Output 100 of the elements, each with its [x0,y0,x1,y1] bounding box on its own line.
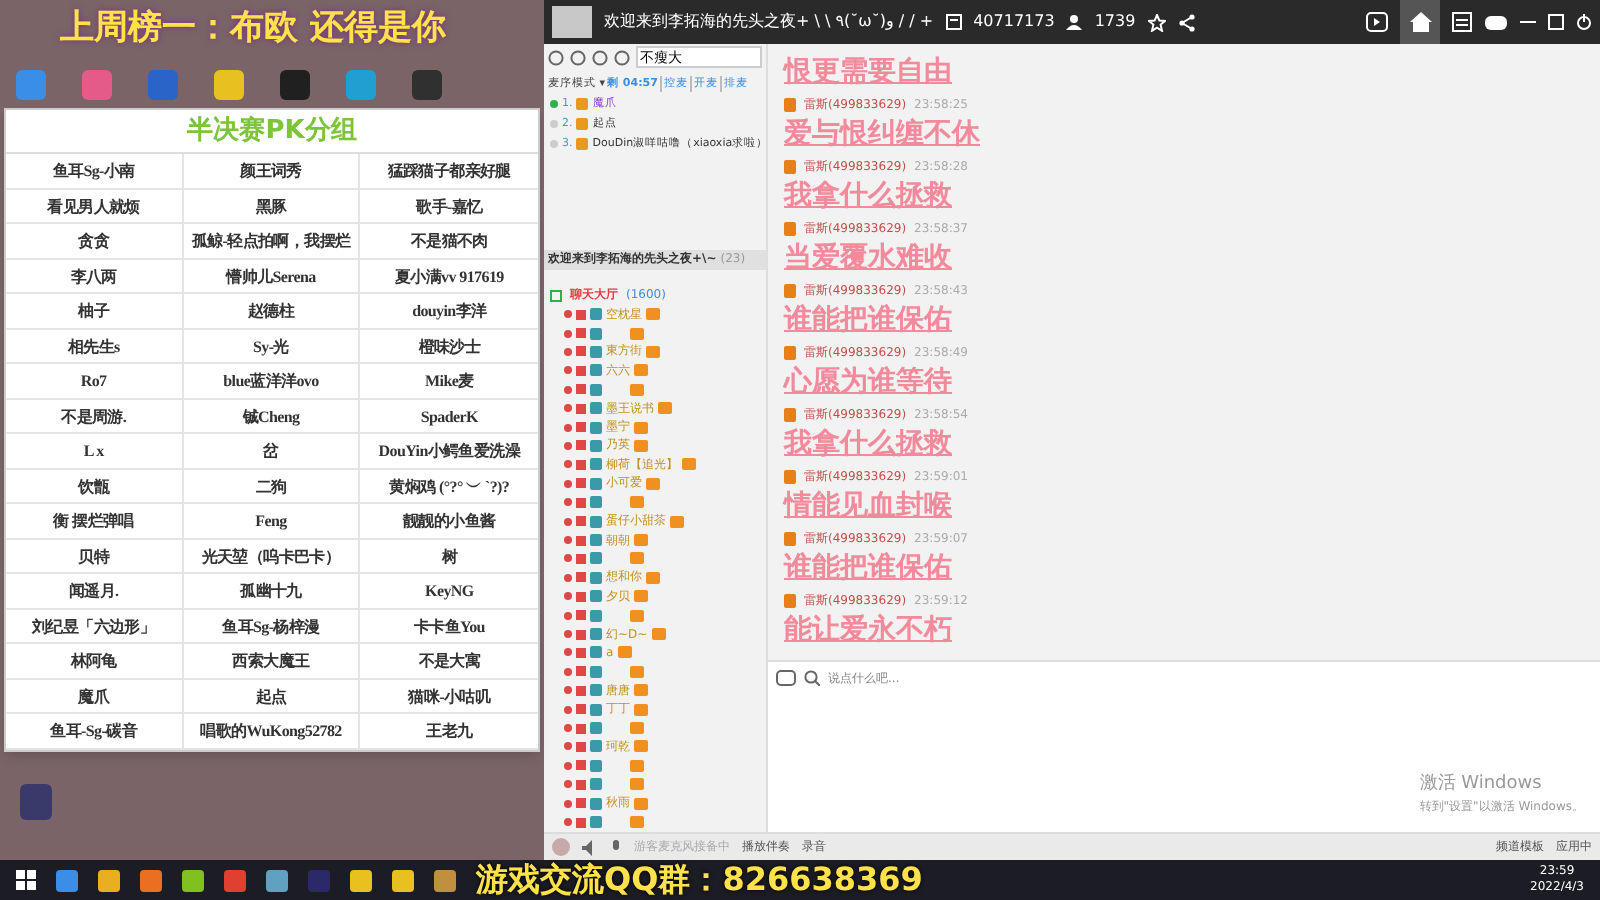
table-cell: L x [6,434,184,468]
share-icon [1177,13,1196,31]
table-cell: 光天堃（呜卡巴卡） [183,539,361,573]
table-cell: 柚子 [6,294,184,328]
online-count: 1739 [1094,10,1136,34]
table-cell-text: SpaderK [418,405,481,430]
table-cell: 懵帅儿Serena [183,259,361,293]
table-cell: 岔 [183,434,361,468]
table-cell-text: 夏小满vv 917619 [392,265,506,289]
table-cell-text: 不是猫不肉 [408,230,490,254]
table-cell: 颜王词秀 [183,154,361,188]
room-id: 40717173 [973,10,1055,34]
search-icon [804,670,820,686]
avatar-icon [552,838,570,856]
table-cell: Ro7 [6,364,184,398]
chat-message: 我拿什么拯救 [784,428,954,462]
table-cell: 看见男人就烦 [6,189,184,223]
taskbar-app-icon[interactable] [182,869,204,891]
table-cell: 赵德柱 [183,294,361,328]
table-cell: 相先生s [6,329,184,363]
chat-message: 恨更需要自由 [784,54,954,90]
table-cell: Sy-光 [183,329,361,363]
taskbar-app-icon[interactable] [266,869,288,891]
role-icon [784,470,796,484]
chat-message: 爱与恨纠缠不休 [784,118,982,152]
role-icon [784,222,796,236]
table-cell: 贪贪 [6,224,184,258]
table-cell: 孤鲸-轻点拍啊，我摆烂 [183,224,361,258]
taskbar-app-icon[interactable] [98,869,120,891]
chat-message: 情能见血封喉 [784,490,954,524]
table-cell-text: 歌手-嘉忆 [413,195,485,219]
table-cell-text: 王老九 [424,720,475,744]
taskbar-app-icon[interactable] [224,869,246,891]
table-cell-text: 猛踩猫子都亲好腿 [385,160,513,184]
role-icon [784,408,796,422]
table-cell-text: 靓靓的小鱼酱 [400,510,498,534]
windows-logo-icon [16,870,36,890]
table-cell: 闻遥月. [6,574,184,608]
chat-message: 能让爱永不朽 [784,614,954,648]
app-icon[interactable] [412,69,442,99]
chat-message: 心愿为谁等待 [784,366,954,400]
table-cell: 铖Cheng [183,399,361,433]
chat-message: 谁能把谁保佑 [784,552,954,586]
emoji-icon [776,670,796,686]
star-icon [1147,13,1166,31]
app-icon[interactable] [280,69,310,99]
taskbar-app-icon[interactable] [434,869,456,891]
table-cell-text: 猫咪-小咕叽 [406,685,493,709]
role-icon [784,284,796,298]
table-cell: 孤幽十九 [183,574,361,608]
chat-message: 我拿什么拯救 [784,180,954,214]
table-cell: 鱼耳Sg-杨梓漫 [183,609,361,643]
taskbar-app-icon[interactable] [350,869,372,891]
table-cell: 魔爪 [6,679,184,713]
role-icon [784,346,796,360]
table-cell: 唱歌的WuKong52782 [183,714,361,748]
table-cell: 李八两 [6,259,184,293]
table-cell: 不是周游. [6,399,184,433]
expand-icon[interactable] [550,289,562,302]
taskbar-app-icon[interactable] [56,869,78,891]
table-cell-text: 橙味沙士 [416,335,483,359]
table-cell: 刘纪昱「六边形」 [6,609,184,643]
role-icon [784,98,796,112]
table-cell: 饮甑 [6,469,184,503]
window-title: 欢迎来到李拓海的先头之夜+ \ \ ٩(˘ω˘)و / / + [604,10,934,34]
role-icon [784,160,796,174]
document-icon [945,14,962,30]
table-title: 半决赛PK分组 [6,110,538,154]
table-cell: 鱼耳Sg-小南 [6,154,184,188]
table-cell-text: Mike麦 [423,370,476,394]
table-cell-text: 不是大寓 [416,650,483,674]
table-cell: blue蓝洋洋ovo [183,364,361,398]
table-cell: 黑豚 [183,189,361,223]
maximize-icon [1548,14,1564,30]
table-cell: 起点 [183,679,361,713]
chat-message: 谁能把谁保佑 [784,304,954,338]
list-icon [1452,12,1472,32]
home-icon [1409,12,1431,32]
table-cell-text: 树 [439,545,460,569]
activation-title: 激活 Windows [1419,771,1544,797]
home-tab[interactable] [1400,0,1440,44]
badge-icon [670,515,684,528]
table-cell-text: douyin李洋 [410,300,489,324]
table-cell: 林阿龟 [6,644,184,678]
table-cell-text: DouYin小鳄鱼爱洗澡 [376,440,523,464]
chat-message: 当爱覆水难收 [784,242,954,276]
role-icon [784,532,796,546]
room-avatar [552,6,592,38]
overlay-caption: 游戏交流QQ群：826638369 [476,858,923,900]
table-cell-text: KeyNG [423,580,476,604]
taskbar-app-icon[interactable] [140,869,162,891]
table-cell: 衡 摆烂弹唱 [6,504,184,538]
table-cell: 鱼耳-Sg-碳音 [6,714,184,748]
taskbar-app-icon[interactable] [392,869,414,891]
app-icon[interactable] [214,69,244,99]
table-cell: 西索大魔王 [183,644,361,678]
microphone-icon [610,839,622,855]
table-cell: Feng [183,504,361,538]
badge-icon [682,458,696,471]
table-cell-text: 黄焖鸡 (°?° ︶ `?)? [387,475,512,500]
